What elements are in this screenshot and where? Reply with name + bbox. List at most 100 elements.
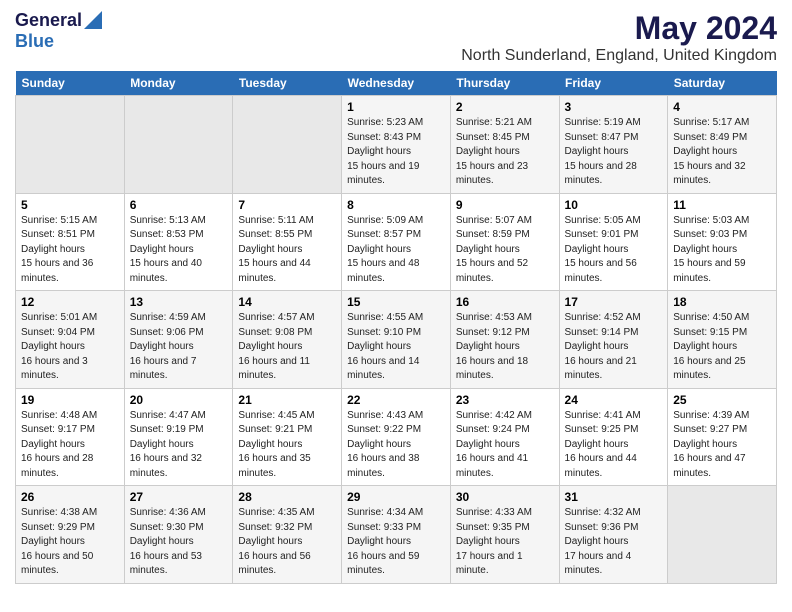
- day-number: 30: [456, 490, 554, 504]
- day-number: 9: [456, 198, 554, 212]
- day-info: Sunrise: 5:23 AMSunset: 8:43 PMDaylight …: [347, 116, 445, 189]
- calendar-cell: 6 Sunrise: 5:13 AMSunset: 8:53 PMDaylight…: [124, 193, 233, 291]
- logo: General Blue: [15, 10, 102, 52]
- calendar-cell: 21Sunrise: 4:45 AMSunset: 9:21 PMDayligh…: [233, 388, 342, 486]
- calendar-cell: 7 Sunrise: 5:11 AMSunset: 8:55 PMDaylight…: [233, 193, 342, 291]
- calendar-cell: 1 Sunrise: 5:23 AMSunset: 8:43 PMDaylight…: [342, 96, 451, 194]
- day-info: Sunrise: 4:43 AMSunset: 9:22 PMDaylight …: [347, 409, 445, 482]
- day-number: 7: [238, 198, 336, 212]
- day-number: 1: [347, 100, 445, 114]
- title-area: May 2024 North Sunderland, England, Unit…: [461, 10, 777, 65]
- day-number: 13: [130, 295, 228, 309]
- calendar-cell: 15Sunrise: 4:55 AMSunset: 9:10 PMDayligh…: [342, 291, 451, 389]
- day-number: 10: [565, 198, 663, 212]
- header-wednesday: Wednesday: [342, 71, 451, 96]
- day-number: 19: [21, 393, 119, 407]
- calendar-cell: 29 Sunrise: 4:34 AMSunset: 9:33 PMDayligh…: [342, 486, 451, 584]
- calendar-week-row: 1 Sunrise: 5:23 AMSunset: 8:43 PMDaylight…: [16, 96, 777, 194]
- calendar-cell: 25 Sunrise: 4:39 AMSunset: 9:27 PMDayligh…: [668, 388, 777, 486]
- day-info: Sunrise: 4:53 AMSunset: 9:12 PMDaylight …: [456, 311, 554, 384]
- day-number: 25: [673, 393, 771, 407]
- day-number: 20: [130, 393, 228, 407]
- day-info: Sunrise: 4:38 AMSunset: 9:29 PMDaylight …: [21, 506, 119, 579]
- calendar-cell: 4 Sunrise: 5:17 AMSunset: 8:49 PMDaylight…: [668, 96, 777, 194]
- day-info: Sunrise: 5:15 AMSunset: 8:51 PMDaylight …: [21, 214, 119, 287]
- day-number: 28: [238, 490, 336, 504]
- day-info: Sunrise: 5:19 AMSunset: 8:47 PMDaylight …: [565, 116, 663, 189]
- calendar-cell: 19Sunrise: 4:48 AMSunset: 9:17 PMDayligh…: [16, 388, 125, 486]
- calendar-week-row: 5Sunrise: 5:15 AMSunset: 8:51 PMDaylight…: [16, 193, 777, 291]
- calendar-cell: 16 Sunrise: 4:53 AMSunset: 9:12 PMDayligh…: [450, 291, 559, 389]
- calendar-cell: 12 Sunrise: 5:01 AMSunset: 9:04 PMDayligh…: [16, 291, 125, 389]
- day-number: 22: [347, 393, 445, 407]
- day-number: 15: [347, 295, 445, 309]
- day-number: 14: [238, 295, 336, 309]
- day-info: Sunrise: 4:50 AMSunset: 9:15 PMDaylight …: [673, 311, 771, 384]
- day-info: Sunrise: 4:32 AMSunset: 9:36 PMDaylight …: [565, 506, 663, 579]
- day-number: 18: [673, 295, 771, 309]
- day-info: Sunrise: 5:05 AMSunset: 9:01 PMDaylight …: [565, 214, 663, 287]
- calendar-cell: 18 Sunrise: 4:50 AMSunset: 9:15 PMDayligh…: [668, 291, 777, 389]
- calendar-header-row: SundayMondayTuesdayWednesdayThursdayFrid…: [16, 71, 777, 96]
- day-number: 17: [565, 295, 663, 309]
- day-number: 3: [565, 100, 663, 114]
- day-info: Sunrise: 4:59 AMSunset: 9:06 PMDaylight …: [130, 311, 228, 384]
- calendar-cell: 30 Sunrise: 4:33 AMSunset: 9:35 PMDayligh…: [450, 486, 559, 584]
- calendar-cell: 28 Sunrise: 4:35 AMSunset: 9:32 PMDayligh…: [233, 486, 342, 584]
- calendar-cell: 5Sunrise: 5:15 AMSunset: 8:51 PMDaylight…: [16, 193, 125, 291]
- day-info: Sunrise: 4:57 AMSunset: 9:08 PMDaylight …: [238, 311, 336, 384]
- day-number: 29: [347, 490, 445, 504]
- day-number: 2: [456, 100, 554, 114]
- calendar-cell: 27Sunrise: 4:36 AMSunset: 9:30 PMDayligh…: [124, 486, 233, 584]
- calendar-week-row: 26Sunrise: 4:38 AMSunset: 9:29 PMDayligh…: [16, 486, 777, 584]
- calendar-cell: 31 Sunrise: 4:32 AMSunset: 9:36 PMDayligh…: [559, 486, 668, 584]
- day-number: 16: [456, 295, 554, 309]
- day-info: Sunrise: 5:21 AMSunset: 8:45 PMDaylight …: [456, 116, 554, 189]
- calendar-cell: 10 Sunrise: 5:05 AMSunset: 9:01 PMDayligh…: [559, 193, 668, 291]
- calendar-cell: [16, 96, 125, 194]
- calendar-cell: 24Sunrise: 4:41 AMSunset: 9:25 PMDayligh…: [559, 388, 668, 486]
- calendar-cell: 2 Sunrise: 5:21 AMSunset: 8:45 PMDaylight…: [450, 96, 559, 194]
- calendar-week-row: 12 Sunrise: 5:01 AMSunset: 9:04 PMDayligh…: [16, 291, 777, 389]
- calendar-cell: 17Sunrise: 4:52 AMSunset: 9:14 PMDayligh…: [559, 291, 668, 389]
- day-number: 12: [21, 295, 119, 309]
- day-info: Sunrise: 5:11 AMSunset: 8:55 PMDaylight …: [238, 214, 336, 287]
- day-number: 27: [130, 490, 228, 504]
- logo-triangle-icon: [84, 11, 102, 29]
- month-title: May 2024: [461, 10, 777, 47]
- day-info: Sunrise: 4:41 AMSunset: 9:25 PMDaylight …: [565, 409, 663, 482]
- calendar-cell: 26Sunrise: 4:38 AMSunset: 9:29 PMDayligh…: [16, 486, 125, 584]
- day-number: 31: [565, 490, 663, 504]
- calendar-cell: 14 Sunrise: 4:57 AMSunset: 9:08 PMDayligh…: [233, 291, 342, 389]
- day-info: Sunrise: 4:42 AMSunset: 9:24 PMDaylight …: [456, 409, 554, 482]
- day-number: 11: [673, 198, 771, 212]
- calendar-cell: 23 Sunrise: 4:42 AMSunset: 9:24 PMDayligh…: [450, 388, 559, 486]
- header-sunday: Sunday: [16, 71, 125, 96]
- calendar-cell: 8 Sunrise: 5:09 AMSunset: 8:57 PMDaylight…: [342, 193, 451, 291]
- day-info: Sunrise: 4:47 AMSunset: 9:19 PMDaylight …: [130, 409, 228, 482]
- day-info: Sunrise: 5:01 AMSunset: 9:04 PMDaylight …: [21, 311, 119, 384]
- day-info: Sunrise: 5:09 AMSunset: 8:57 PMDaylight …: [347, 214, 445, 287]
- calendar-cell: 20 Sunrise: 4:47 AMSunset: 9:19 PMDayligh…: [124, 388, 233, 486]
- day-number: 6: [130, 198, 228, 212]
- page-header: General Blue May 2024 North Sunderland, …: [15, 10, 777, 65]
- day-info: Sunrise: 5:07 AMSunset: 8:59 PMDaylight …: [456, 214, 554, 287]
- day-info: Sunrise: 4:34 AMSunset: 9:33 PMDaylight …: [347, 506, 445, 579]
- day-info: Sunrise: 5:13 AMSunset: 8:53 PMDaylight …: [130, 214, 228, 287]
- day-info: Sunrise: 4:35 AMSunset: 9:32 PMDaylight …: [238, 506, 336, 579]
- day-number: 21: [238, 393, 336, 407]
- header-friday: Friday: [559, 71, 668, 96]
- day-info: Sunrise: 5:17 AMSunset: 8:49 PMDaylight …: [673, 116, 771, 189]
- logo-blue-text: Blue: [15, 31, 54, 52]
- day-number: 4: [673, 100, 771, 114]
- calendar-week-row: 19Sunrise: 4:48 AMSunset: 9:17 PMDayligh…: [16, 388, 777, 486]
- header-saturday: Saturday: [668, 71, 777, 96]
- day-number: 8: [347, 198, 445, 212]
- calendar-table: SundayMondayTuesdayWednesdayThursdayFrid…: [15, 71, 777, 584]
- header-tuesday: Tuesday: [233, 71, 342, 96]
- day-info: Sunrise: 4:33 AMSunset: 9:35 PMDaylight …: [456, 506, 554, 579]
- day-info: Sunrise: 5:03 AMSunset: 9:03 PMDaylight …: [673, 214, 771, 287]
- day-info: Sunrise: 4:39 AMSunset: 9:27 PMDaylight …: [673, 409, 771, 482]
- day-number: 23: [456, 393, 554, 407]
- calendar-cell: [233, 96, 342, 194]
